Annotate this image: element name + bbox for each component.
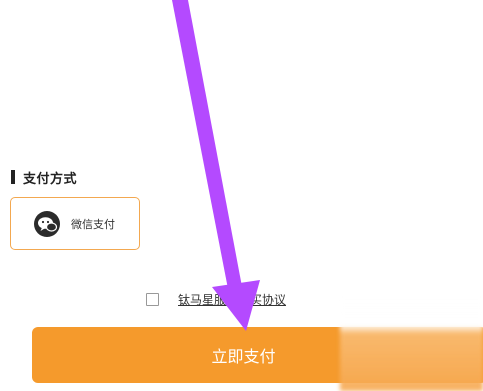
- agreement-checkbox[interactable]: [146, 293, 159, 306]
- agreement-row: 钛马星服务购买协议: [146, 291, 286, 308]
- payment-method-header: 支付方式: [11, 169, 78, 187]
- pay-now-label: 立即支付: [211, 347, 276, 366]
- section-marker: [11, 170, 15, 184]
- agreement-link[interactable]: 钛马星服务购买协议: [178, 291, 286, 308]
- payment-page: 支付方式 微信支付 钛马星服务购买协议 立即支付: [0, 0, 483, 391]
- wechat-icon: [33, 210, 61, 238]
- blurred-region: [340, 296, 483, 391]
- payment-method-title: 支付方式: [23, 171, 78, 187]
- wechat-pay-option[interactable]: 微信支付: [10, 197, 140, 250]
- wechat-pay-label: 微信支付: [71, 217, 115, 231]
